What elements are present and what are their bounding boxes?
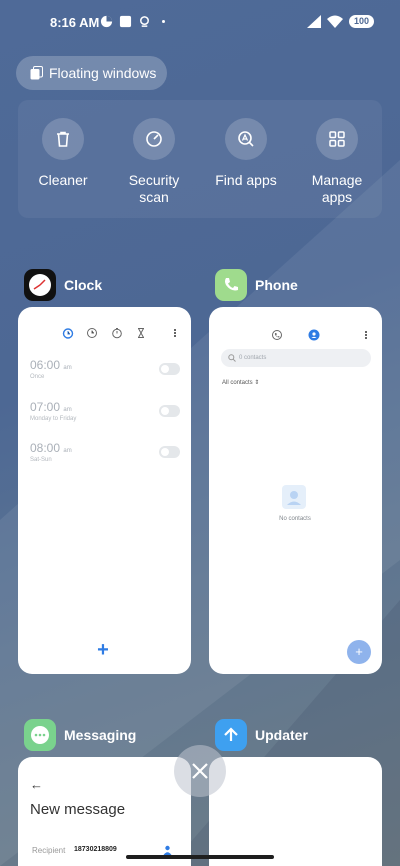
messaging-app-icon bbox=[24, 719, 56, 751]
quick-tools-panel: Cleaner Security scan Find apps Manage a… bbox=[18, 100, 382, 218]
phone-app-name: Phone bbox=[255, 277, 298, 293]
world-clock-tab-icon[interactable] bbox=[86, 327, 98, 339]
timer-tab-icon[interactable] bbox=[135, 327, 147, 339]
clear-all-button[interactable] bbox=[174, 745, 226, 797]
search-placeholder: 0 contacts bbox=[239, 355, 267, 361]
empty-contacts-icon bbox=[282, 485, 306, 509]
system-icons: 100 bbox=[306, 15, 374, 28]
back-arrow-icon[interactable]: ← bbox=[30, 777, 43, 792]
more-options-icon[interactable] bbox=[171, 327, 179, 339]
notification-icons bbox=[100, 15, 170, 28]
find-apps-tool[interactable]: Find apps bbox=[206, 118, 286, 189]
battery-indicator: 100 bbox=[348, 15, 374, 28]
clock-tabs bbox=[18, 327, 190, 341]
home-gesture-bar[interactable] bbox=[126, 855, 274, 859]
contacts-search-input[interactable]: 0 contacts bbox=[221, 349, 371, 367]
cleaner-tool[interactable]: Cleaner bbox=[23, 118, 103, 189]
contacts-filter[interactable]: All contacts ⇕ bbox=[222, 379, 259, 386]
clock-face-icon bbox=[29, 274, 51, 296]
wifi-icon bbox=[326, 15, 343, 28]
stopwatch-tab-icon[interactable] bbox=[111, 327, 123, 339]
empty-contacts-text: No contacts bbox=[279, 516, 311, 522]
shield-scan-icon bbox=[146, 131, 162, 147]
alarm-tab-icon[interactable] bbox=[62, 327, 74, 339]
alarm-toggle[interactable] bbox=[159, 363, 180, 375]
recipient-label: Recipient bbox=[32, 846, 66, 855]
alarm-toggle[interactable] bbox=[159, 405, 180, 417]
manage-apps-tool[interactable]: Manage apps bbox=[297, 118, 377, 206]
alarm-repeat: Sat-Sun bbox=[30, 457, 52, 463]
messaging-app-name: Messaging bbox=[64, 727, 137, 743]
cleaner-label: Cleaner bbox=[38, 172, 88, 188]
status-time: 8:16 AM bbox=[50, 15, 100, 30]
grid-icon bbox=[329, 131, 345, 147]
floating-windows-button[interactable]: Floating windows bbox=[16, 56, 167, 90]
alarm-ampm: am bbox=[63, 365, 72, 371]
trash-icon bbox=[57, 131, 69, 147]
add-contact-button[interactable]: + bbox=[347, 640, 371, 664]
find-apps-icon bbox=[238, 131, 254, 147]
alarm-time: 06:00 bbox=[30, 358, 61, 372]
alarm-repeat: Monday to Friday bbox=[30, 416, 77, 422]
updater-app-header[interactable]: Updater bbox=[215, 719, 308, 751]
find-apps-label: Find apps bbox=[215, 172, 277, 188]
clock-card[interactable]: 06:00 am Once 07:00 am Monday to Friday … bbox=[18, 307, 191, 674]
chat-bubble-icon bbox=[31, 726, 49, 744]
contacts-filter-label: All contacts bbox=[222, 380, 253, 386]
phone-card[interactable]: 0 contacts All contacts ⇕ No contacts + bbox=[209, 307, 382, 674]
alarm-toggle[interactable] bbox=[159, 446, 180, 458]
windows-stack-icon bbox=[30, 66, 43, 80]
clock-app-icon bbox=[24, 269, 56, 301]
messaging-app-header[interactable]: Messaging bbox=[24, 719, 136, 751]
status-bar: 8:16 AM 100 bbox=[0, 12, 400, 32]
recipient-number[interactable]: 18730218809 bbox=[74, 846, 117, 853]
clock-app-name: Clock bbox=[64, 277, 103, 293]
contact-picker-icon[interactable] bbox=[163, 845, 172, 855]
phone-handset-icon bbox=[225, 278, 238, 291]
messaging-card[interactable]: ← New message Recipient 18730218809 bbox=[18, 757, 191, 866]
updater-app-name: Updater bbox=[255, 727, 308, 743]
alarm-ampm: am bbox=[63, 448, 72, 454]
manage-apps-label: Manage apps bbox=[311, 172, 363, 205]
new-message-title: New message bbox=[30, 801, 126, 818]
phone-app-header[interactable]: Phone bbox=[215, 269, 298, 301]
data-saver-icon bbox=[100, 15, 113, 28]
clock-app-header[interactable]: Clock bbox=[24, 269, 102, 301]
alarm-item[interactable]: 08:00 am Sat-Sun bbox=[30, 441, 180, 463]
updater-card[interactable] bbox=[209, 757, 382, 866]
app-square-icon bbox=[119, 15, 132, 28]
alarm-item[interactable]: 07:00 am Monday to Friday bbox=[30, 400, 180, 422]
search-icon bbox=[228, 354, 236, 362]
security-scan-label: Security scan bbox=[128, 172, 180, 205]
alarm-item[interactable]: 06:00 am Once bbox=[30, 358, 180, 380]
location-pin-icon bbox=[140, 16, 149, 27]
up-arrow-icon bbox=[224, 727, 238, 741]
recents-tab-icon[interactable] bbox=[271, 329, 283, 341]
contacts-tab-icon[interactable] bbox=[308, 329, 320, 341]
floating-windows-label: Floating windows bbox=[49, 65, 157, 81]
signal-icon bbox=[306, 15, 321, 28]
close-icon bbox=[192, 763, 208, 779]
alarm-time: 08:00 bbox=[30, 441, 61, 455]
more-dot-icon bbox=[162, 20, 165, 23]
more-options-icon[interactable] bbox=[362, 329, 370, 341]
alarm-ampm: am bbox=[63, 407, 72, 413]
phone-app-icon bbox=[215, 269, 247, 301]
updater-app-icon bbox=[215, 719, 247, 751]
security-scan-tool[interactable]: Security scan bbox=[114, 118, 194, 206]
alarm-time: 07:00 bbox=[30, 400, 61, 414]
add-alarm-button[interactable]: + bbox=[93, 640, 113, 660]
alarm-repeat: Once bbox=[30, 374, 45, 380]
